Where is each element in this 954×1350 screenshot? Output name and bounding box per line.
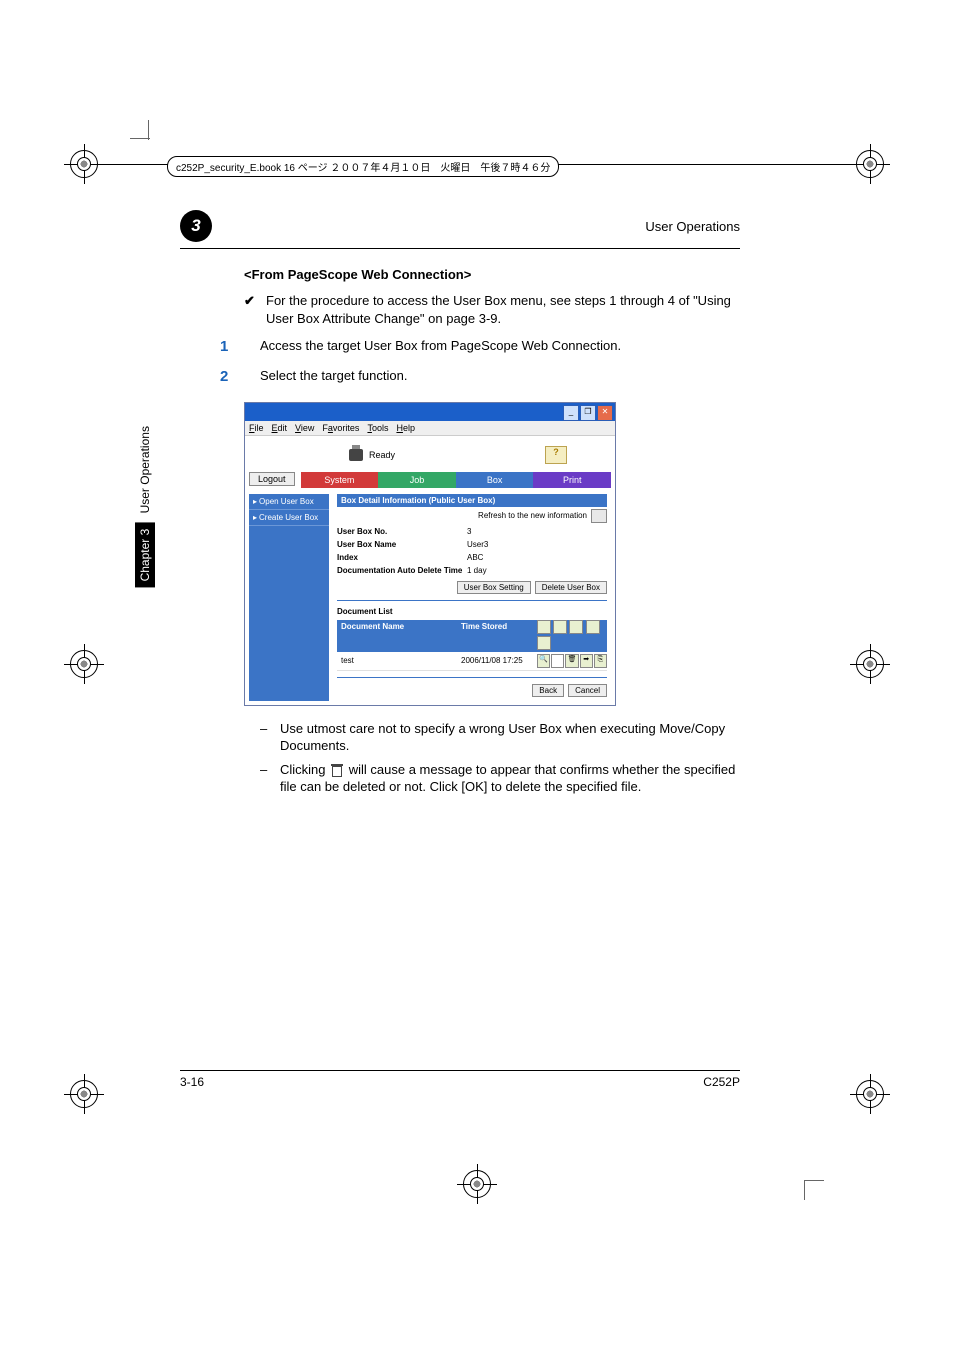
main-heading: Box Detail Information (Public User Box) — [337, 494, 607, 507]
step-1: 1 Access the target User Box from PageSc… — [220, 337, 740, 357]
field-value: ABC — [467, 553, 483, 562]
refresh-icon[interactable] — [591, 509, 607, 523]
running-head-title: User Operations — [645, 219, 740, 234]
col-document-name: Document Name — [337, 620, 457, 652]
intro-bullet-text: For the procedure to access the User Box… — [266, 292, 740, 327]
step-text: Access the target User Box from PageScop… — [260, 337, 621, 357]
header-move-icon — [586, 620, 600, 634]
field-value: 1 day — [467, 566, 487, 575]
col-time-stored: Time Stored — [457, 620, 537, 652]
minimize-button[interactable]: _ — [563, 405, 579, 421]
note-text-b: will cause a message to appear that conf… — [280, 762, 735, 795]
screenshot-window: _ ❐ ✕ File Edit View Favorites Tools Hel… — [244, 402, 616, 706]
side-tab: Chapter 3 User Operations — [138, 420, 152, 587]
side-tab-chapter: Chapter 3 — [135, 523, 155, 588]
window-titlebar: _ ❐ ✕ — [245, 403, 615, 421]
copy-icon[interactable]: ⎘ — [594, 654, 607, 668]
chapter-number: 3 — [180, 210, 212, 242]
logout-button[interactable]: Logout — [249, 472, 295, 486]
menu-file[interactable]: File — [249, 423, 264, 433]
trash-icon — [331, 763, 343, 777]
step-number: 1 — [220, 337, 260, 357]
delete-user-box-button[interactable]: Delete User Box — [535, 581, 607, 594]
registration-mark-icon — [463, 1170, 491, 1198]
cell-document-name[interactable]: test — [337, 654, 457, 667]
intro-bullet: ✔ For the procedure to access the User B… — [244, 292, 740, 327]
menu-help[interactable]: Help — [396, 423, 415, 433]
note-1: – Use utmost care not to specify a wrong… — [260, 720, 740, 755]
header-copy-icon — [537, 636, 551, 650]
menu-view[interactable]: View — [295, 423, 314, 433]
table-header: Document Name Time Stored — [337, 620, 607, 652]
crop-mark-icon — [804, 1180, 824, 1200]
header-view-icon — [537, 620, 551, 634]
field-key: Index — [337, 553, 467, 562]
refresh-label: Refresh to the new information — [478, 511, 587, 520]
registration-mark-icon — [70, 650, 98, 678]
user-box-setting-button[interactable]: User Box Setting — [457, 581, 531, 594]
header-download-icon — [553, 620, 567, 634]
note-text-a: Clicking — [280, 762, 329, 777]
menu-favorites[interactable]: Favorites — [322, 423, 359, 433]
view-icon[interactable]: 🔍 — [537, 654, 550, 668]
field-value: 3 — [467, 527, 471, 536]
blank-icon — [551, 654, 564, 668]
field-key: User Box No. — [337, 527, 467, 536]
note-2: – Clicking will cause a message to appea… — [260, 761, 740, 796]
running-head: 3 User Operations — [180, 210, 740, 249]
tab-print[interactable]: Print — [533, 472, 611, 488]
book-header-info: c252P_security_E.book 16 ページ ２００７年４月１０日 … — [167, 156, 559, 177]
field-value: User3 — [467, 540, 488, 549]
back-button[interactable]: Back — [532, 684, 564, 697]
trash-icon[interactable]: 🗑 — [565, 654, 578, 668]
doc-list-title: Document List — [337, 607, 607, 616]
tab-job[interactable]: Job — [378, 472, 456, 488]
sidebar-item-create-user-box[interactable]: Create User Box — [249, 510, 329, 526]
field-key: User Box Name — [337, 540, 467, 549]
note-text: Clicking will cause a message to appear … — [280, 761, 740, 796]
sidebar-item-open-user-box[interactable]: Open User Box — [249, 494, 329, 510]
step-text: Select the target function. — [260, 367, 407, 387]
section-title: <From PageScope Web Connection> — [244, 267, 740, 282]
help-button[interactable]: ? — [545, 446, 567, 464]
crop-mark-icon — [130, 120, 150, 140]
field-key: Documentation Auto Delete Time — [337, 566, 467, 575]
footer-page-number: 3-16 — [180, 1075, 204, 1089]
maximize-button[interactable]: ❐ — [580, 405, 596, 421]
side-tab-title: User Operations — [135, 420, 155, 519]
status-label: Ready — [369, 450, 395, 460]
step-2: 2 Select the target function. — [220, 367, 740, 387]
cancel-button[interactable]: Cancel — [568, 684, 607, 697]
menu-edit[interactable]: Edit — [272, 423, 288, 433]
tab-box[interactable]: Box — [456, 472, 534, 488]
footer-model: C252P — [703, 1075, 740, 1089]
registration-mark-icon — [70, 1080, 98, 1108]
move-icon[interactable]: ➡ — [580, 654, 593, 668]
check-icon: ✔ — [244, 292, 266, 327]
close-button[interactable]: ✕ — [597, 405, 613, 421]
header-delete-icon — [569, 620, 583, 634]
note-text: Use utmost care not to specify a wrong U… — [280, 720, 740, 755]
registration-mark-icon — [856, 650, 884, 678]
registration-mark-icon — [70, 150, 98, 178]
registration-mark-icon — [856, 1080, 884, 1108]
table-row: test 2006/11/08 17:25 🔍 🗑 ➡ ⎘ — [337, 652, 607, 671]
tab-system[interactable]: System — [301, 472, 379, 488]
browser-menubar: File Edit View Favorites Tools Help — [245, 421, 615, 436]
printer-icon — [349, 449, 363, 461]
cell-time-stored: 2006/11/08 17:25 — [457, 654, 537, 667]
registration-mark-icon — [856, 150, 884, 178]
sidebar: Open User Box Create User Box — [249, 494, 329, 701]
col-actions — [537, 620, 607, 652]
step-number: 2 — [220, 367, 260, 387]
menu-tools[interactable]: Tools — [367, 423, 388, 433]
page-footer: 3-16 C252P — [180, 1070, 740, 1089]
